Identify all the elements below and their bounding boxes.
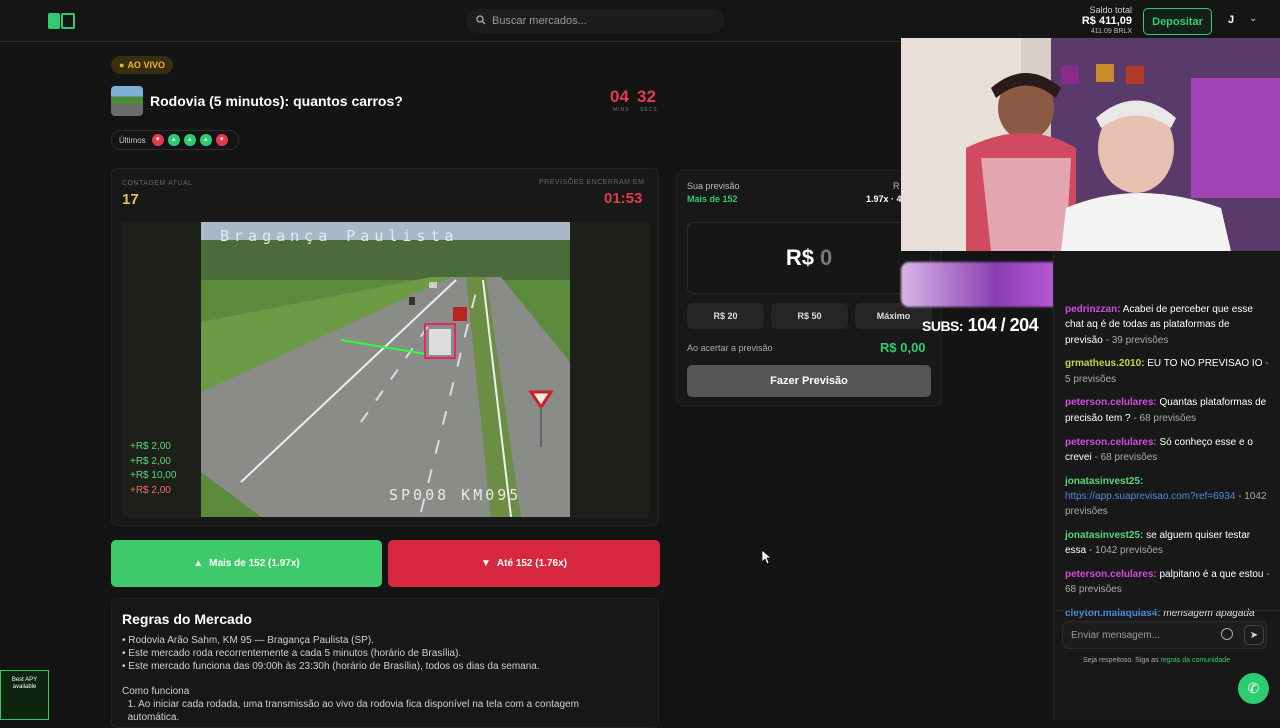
recent-bet: +R$ 2,00 [130, 441, 171, 452]
search-icon [476, 12, 486, 30]
rules-title: Regras do Mercado [122, 611, 252, 627]
chat-text[interactable]: https://app.suaprevisao.com?ref=6934 [1065, 491, 1235, 502]
live-badge: ● AO VIVO [111, 56, 173, 74]
balance-value: R$ 411,09 [1081, 15, 1132, 28]
recent-bet: +R$ 2,00 [130, 455, 171, 467]
chat-username[interactable]: grmatheus.2010: [1065, 358, 1144, 369]
count-label: CONTAGEM ATUAL [122, 180, 193, 187]
last-results-label: Últimos [119, 135, 146, 145]
bet-up-button[interactable]: ▲ Mais de 152 (1.97x) [111, 540, 382, 587]
app-logo[interactable] [48, 13, 75, 29]
chat-text: EU TO NO PREVISAO IO [1147, 358, 1263, 370]
chevron-down-icon[interactable]: ⌄ [1249, 13, 1257, 24]
chat-prediction-count: - 39 previsões [1102, 334, 1169, 346]
result-down-icon: ▼ [215, 134, 228, 146]
timer-sec-label: SECS [640, 107, 658, 113]
emoji-icon[interactable] [1221, 628, 1233, 640]
bet-down-label: Até 152 (1.76x) [496, 558, 567, 569]
timer-minutes: 04 [610, 87, 629, 106]
amount-value: 0 [819, 245, 833, 270]
chat-username[interactable]: peterson.celulares: [1065, 437, 1157, 448]
chat-input[interactable] [1071, 629, 1211, 641]
chat-prediction-count: - 68 previsões [1091, 451, 1158, 463]
chat-divider [1053, 610, 1280, 611]
timer-seconds: 32 [637, 87, 656, 106]
community-rules-link[interactable]: regras da comunidade [1160, 657, 1230, 664]
balance-label: Saldo total [1089, 5, 1132, 15]
chat-message: peterson.celulares: Só conheço esse e o … [1065, 435, 1270, 466]
chip-20[interactable]: R$ 20 [687, 303, 764, 329]
win-label: Ao acertar a previsão [687, 343, 773, 353]
recent-bet: +R$ 2,00 [130, 484, 171, 496]
triangle-down-icon: ▼ [481, 558, 491, 569]
subs-counter: SUBS: 104 / 204 [922, 315, 1039, 335]
chat-text: palpitano é a que estou [1159, 569, 1264, 581]
balance: Saldo total R$ 411,09 411.09 BRLX [1082, 5, 1132, 36]
chat-message: peterson.celulares: Quantas plataformas … [1065, 395, 1270, 426]
chat-username[interactable]: jonatasinvest25: [1065, 530, 1143, 541]
recent-bet: +R$ 10,00 [130, 470, 177, 481]
chat-input-box[interactable] [1062, 621, 1267, 649]
result-up-icon: ▲ [167, 134, 180, 146]
chat-message: grmatheus.2010: EU TO NO PREVISAO IO - 5… [1065, 356, 1270, 387]
chat-username[interactable]: pedrinzzan: [1065, 304, 1121, 315]
chat-messages: pedrinzzan: Acabei de perceber que esse … [1065, 302, 1270, 630]
support-chat-icon[interactable]: ✆ [1238, 673, 1269, 704]
prediction-right-label: R [893, 181, 900, 191]
make-prediction-button[interactable]: Fazer Previsão [687, 365, 931, 397]
camera-location: Bragança Paulista [220, 227, 459, 245]
chat-message: jonatasinvest25: https://app.suaprevisao… [1065, 474, 1270, 520]
result-down-icon: ▼ [151, 134, 164, 146]
user-avatar[interactable]: J [1228, 14, 1234, 26]
bet-down-button[interactable]: ▼ Até 152 (1.76x) [388, 540, 660, 587]
webcam-overlay [901, 38, 1280, 251]
chat-message: jonatasinvest25: se alguem quiser testar… [1065, 528, 1270, 559]
result-up-icon: ▲ [199, 134, 212, 146]
prediction-choice: Mais de 152 [687, 194, 738, 204]
market-thumbnail [111, 86, 143, 116]
timer-min-label: MINS [613, 107, 630, 113]
result-up-icon: ▲ [183, 134, 196, 146]
chat-message: peterson.celulares: palpitano é a que es… [1065, 567, 1270, 598]
chat-prediction-count: - 1042 previsões [1086, 545, 1163, 557]
highway-video [201, 222, 570, 517]
ends-label: PREVISÕES ENCERRAM EM [539, 179, 645, 186]
chat-message: cleyton.malaquias4: mensagem apagada [1065, 606, 1270, 621]
overlay-badge: Best APY available [0, 670, 49, 720]
chat-username[interactable]: peterson.celulares: [1065, 397, 1157, 408]
mouse-cursor-icon [761, 549, 772, 569]
send-icon[interactable]: ➤ [1244, 625, 1264, 645]
chat-prediction-count: - 68 previsões [1130, 412, 1197, 424]
camera-code: SP008 KM095 [389, 486, 522, 504]
bet-up-label: Mais de 152 (1.97x) [209, 558, 300, 569]
chat-footer: Seja respeitoso. Siga as regras da comun… [1083, 657, 1231, 664]
win-value: R$ 0,00 [880, 340, 926, 355]
top-bar: Saldo total R$ 411,09 411.09 BRLX Deposi… [0, 0, 1280, 42]
triangle-up-icon: ▲ [193, 558, 204, 569]
search-box[interactable] [466, 9, 724, 33]
prediction-label: Sua previsão [687, 181, 740, 191]
market-title: Rodovia (5 minutos): quantos carros? [150, 93, 403, 109]
recent-bets: +R$ 2,00 +R$ 2,00 +R$ 10,00 +R$ 2,00 [130, 440, 176, 498]
chat-message: pedrinzzan: Acabei de perceber que esse … [1065, 302, 1270, 348]
chat-username[interactable]: peterson.celulares: [1065, 569, 1157, 580]
amount-input[interactable]: R$ 0 [687, 222, 931, 294]
ends-timer: 01:53 [604, 190, 643, 207]
search-input[interactable] [492, 15, 712, 27]
count-value: 17 [122, 191, 139, 208]
chip-50[interactable]: R$ 50 [771, 303, 848, 329]
amount-currency: R$ [785, 245, 814, 270]
balance-sub: 411.09 BRLX [1090, 27, 1132, 35]
chat-username[interactable]: jonatasinvest25: [1065, 476, 1143, 487]
deposit-button[interactable]: Depositar [1143, 8, 1212, 35]
last-results: Últimos ▼ ▲ ▲ ▲ ▼ [111, 130, 239, 150]
prediction-multiplier: 1.97x · 4 [866, 194, 902, 204]
rules-text: • Rodovia Arão Sahm, KM 95 — Bragança Pa… [122, 635, 579, 723]
